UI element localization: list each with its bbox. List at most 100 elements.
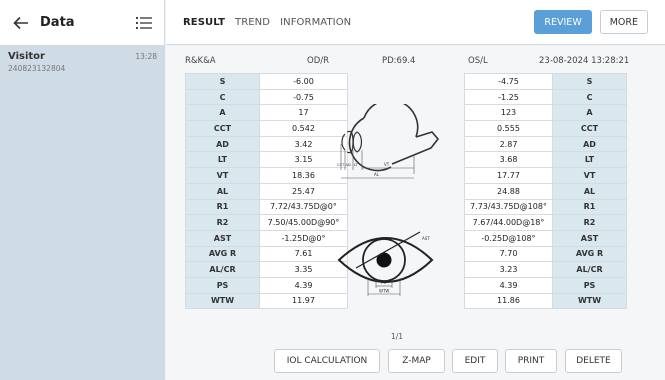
eye-side-diagram: CCT AD LT VT AL	[337, 104, 440, 179]
eye-front-diagram: AST PS WTW	[337, 231, 434, 296]
os-row-label: A	[552, 104, 627, 122]
edit-button[interactable]: EDIT	[452, 349, 498, 373]
ad-label: AD	[346, 163, 351, 167]
od-row-value: 7.61	[259, 245, 348, 263]
delete-button[interactable]: DELETE	[565, 349, 622, 373]
od-row-value: -6.00	[259, 73, 348, 90]
top-bar: RESULT TREND INFORMATION REVIEW MORE	[166, 0, 665, 45]
od-row-label: CCT	[185, 120, 260, 137]
ast-label: AST	[422, 236, 430, 241]
os-measurement-table: -4.75 S -1.25 C 123 A 0.555 CCT 2.87 AD 3.68 LT 17.7…	[464, 73, 627, 310]
od-measurement-table: S -6.00 C -0.75 A 17 CCT 0.542 AD 3.42 LT 3.15 VT 18.…	[185, 73, 348, 310]
table-row: VT 18.36	[185, 167, 348, 184]
sidebar-item-visitor[interactable]: Visitor 13:28 240823132804	[0, 45, 165, 380]
table-row: -1.25 C	[464, 88, 627, 106]
od-row-value: 11.97	[259, 292, 348, 310]
od-row-label: AD	[185, 135, 260, 153]
os-row-value: 7.73/43.75D@108°	[464, 198, 553, 216]
table-row: 4.39 PS	[464, 276, 627, 294]
wtw-label: WTW	[379, 289, 389, 294]
table-row: 11.86 WTW	[464, 292, 627, 310]
table-row: 7.67/44.00D@18° R2	[464, 214, 627, 231]
od-row-label: AL	[185, 182, 260, 200]
record-time: 13:28	[135, 52, 157, 61]
table-row: -4.75 S	[464, 73, 627, 90]
os-row-value: 17.77	[464, 167, 553, 184]
os-row-label: AST	[552, 229, 627, 247]
table-row: 17.77 VT	[464, 167, 627, 184]
ps-label: PS	[381, 280, 386, 285]
od-row-label: AVG R	[185, 245, 260, 263]
od-row-value: 4.39	[259, 276, 348, 294]
os-row-value: 123	[464, 104, 553, 122]
sidebar-title: Data	[40, 15, 75, 30]
od-row-label: VT	[185, 167, 260, 184]
os-row-value: 0.555	[464, 120, 553, 137]
od-row-value: 3.35	[259, 261, 348, 278]
arrow-left-icon[interactable]	[10, 12, 32, 34]
record-name: Visitor	[8, 51, 45, 62]
od-row-label: AL/CR	[185, 261, 260, 278]
table-row: 0.555 CCT	[464, 120, 627, 137]
table-row: A 17	[185, 104, 348, 122]
table-row: PS 4.39	[185, 276, 348, 294]
review-button[interactable]: REVIEW	[534, 10, 592, 34]
os-row-label: VT	[552, 167, 627, 184]
os-row-label: AD	[552, 135, 627, 153]
z-map-button[interactable]: Z-MAP	[388, 349, 445, 373]
table-row: AD 3.42	[185, 135, 348, 153]
os-row-value: 24.88	[464, 182, 553, 200]
table-row: C -0.75	[185, 88, 348, 106]
os-row-value: -0.25D@108°	[464, 229, 553, 247]
os-row-label: S	[552, 73, 627, 90]
table-row: 24.88 AL	[464, 182, 627, 200]
os-row-label: WTW	[552, 292, 627, 310]
tab-information[interactable]: INFORMATION	[280, 17, 351, 28]
od-row-value: 25.47	[259, 182, 348, 200]
print-button[interactable]: PRINT	[505, 349, 557, 373]
table-row: 123 A	[464, 104, 627, 122]
od-row-value: 3.15	[259, 151, 348, 169]
record-id: 240823132804	[8, 64, 66, 73]
tab-result[interactable]: RESULT	[183, 17, 225, 28]
table-row: LT 3.15	[185, 151, 348, 169]
os-row-value: 4.39	[464, 276, 553, 294]
os-label: OS/L	[468, 56, 488, 66]
table-row: R1 7.72/43.75D@0°	[185, 198, 348, 216]
table-row: CCT 0.542	[185, 120, 348, 137]
tab-trend[interactable]: TREND	[235, 17, 270, 28]
more-button[interactable]: MORE	[599, 10, 648, 34]
pd-value: PD:69.4	[382, 56, 416, 66]
od-row-label: AST	[185, 229, 260, 247]
od-row-label: R2	[185, 214, 260, 231]
table-row: 7.73/43.75D@108° R1	[464, 198, 627, 216]
od-row-value: 7.72/43.75D@0°	[259, 198, 348, 216]
od-row-value: -0.75	[259, 88, 348, 106]
od-row-label: C	[185, 88, 260, 106]
table-row: S -6.00	[185, 73, 348, 90]
app-window: Data Visitor 13:28 240823132804 RESULT T…	[0, 0, 665, 380]
os-row-value: 7.70	[464, 245, 553, 263]
table-row: AL 25.47	[185, 182, 348, 200]
measure-mode: R&K&A	[185, 56, 216, 66]
sidebar-header: Data	[0, 0, 164, 45]
od-row-value: 18.36	[259, 167, 348, 184]
od-row-label: PS	[185, 276, 260, 294]
od-row-value: 3.42	[259, 135, 348, 153]
os-row-value: 3.23	[464, 261, 553, 278]
sidebar: Data Visitor 13:28 240823132804	[0, 0, 165, 380]
os-row-label: LT	[552, 151, 627, 169]
list-icon[interactable]	[134, 13, 154, 33]
od-row-value: -1.25D@0°	[259, 229, 348, 247]
os-row-label: CCT	[552, 120, 627, 137]
cct-label: CCT	[337, 163, 345, 167]
table-row: AST -1.25D@0°	[185, 229, 348, 247]
od-row-label: A	[185, 104, 260, 122]
od-row-value: 0.542	[259, 120, 348, 137]
os-row-label: AL	[552, 182, 627, 200]
od-row-value: 17	[259, 104, 348, 122]
os-row-label: R2	[552, 214, 627, 231]
os-row-value: 3.68	[464, 151, 553, 169]
od-row-value: 7.50/45.00D@90°	[259, 214, 348, 231]
iol-calculation-button[interactable]: IOL CALCULATION	[274, 349, 380, 373]
